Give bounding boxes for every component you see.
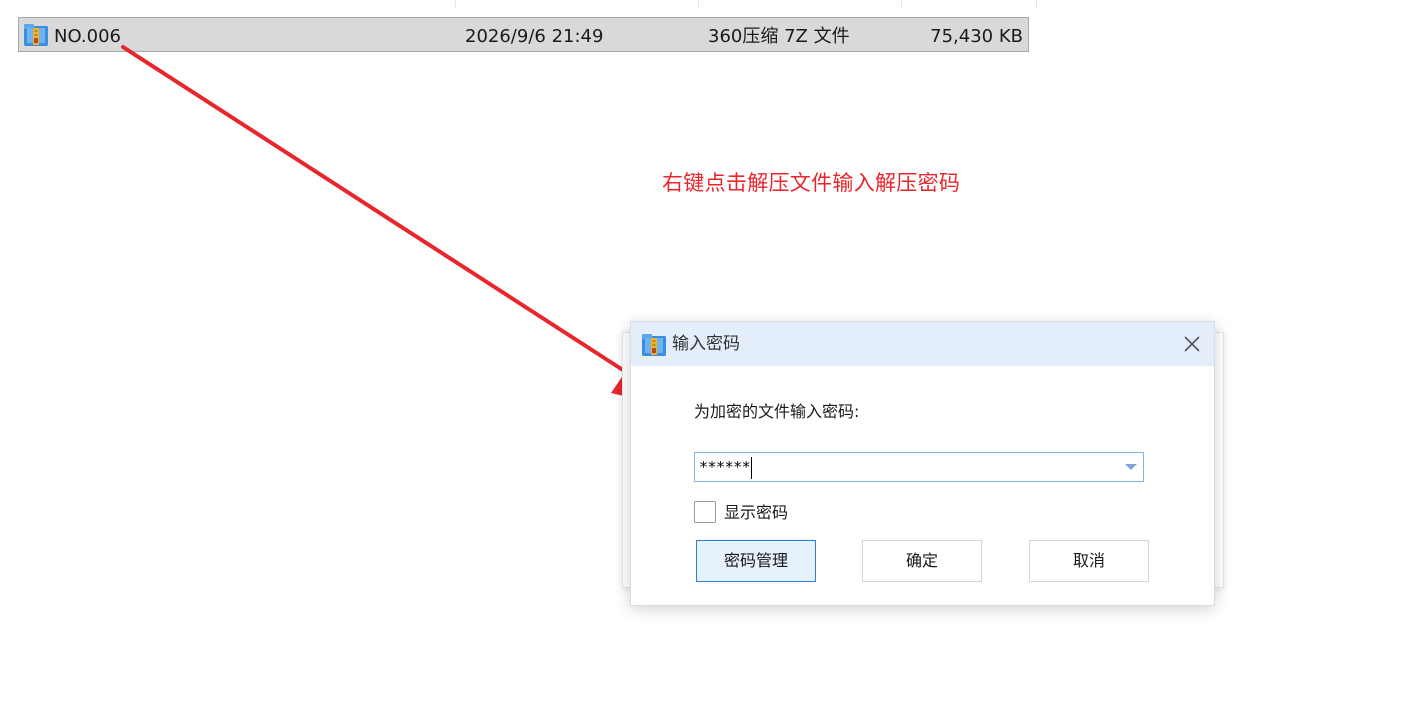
show-password-checkbox[interactable]: [694, 501, 716, 523]
column-separator: [901, 0, 902, 8]
password-input[interactable]: ******: [694, 452, 1144, 482]
archive-icon: [642, 334, 666, 356]
file-name: NO.006: [54, 26, 121, 47]
text-caret: [751, 456, 753, 479]
password-dialog: 输入密码 为加密的文件输入密码: ****** 显示密码 密码管理 确定 取消: [630, 321, 1215, 606]
file-size: 75,430 KB: [930, 26, 1023, 47]
column-separator: [698, 0, 699, 8]
dialog-title: 输入密码: [672, 334, 740, 354]
cancel-button[interactable]: 取消: [1029, 540, 1149, 582]
ok-button[interactable]: 确定: [862, 540, 982, 582]
dialog-titlebar[interactable]: 输入密码: [631, 322, 1214, 366]
instruction-annotation: 右键点击解压文件输入解压密码: [662, 171, 961, 195]
column-separator: [455, 0, 456, 8]
password-prompt-label: 为加密的文件输入密码:: [694, 402, 860, 421]
close-icon[interactable]: [1180, 332, 1204, 356]
file-date-modified: 2026/9/6 21:49: [465, 26, 604, 47]
file-type: 360压缩 7Z 文件: [708, 26, 850, 47]
password-manager-button[interactable]: 密码管理: [696, 540, 816, 582]
password-value: ******: [699, 455, 753, 479]
column-separator: [1036, 0, 1037, 8]
file-row-selected[interactable]: NO.006 2026/9/6 21:49 360压缩 7Z 文件 75,430…: [18, 17, 1029, 52]
chevron-down-icon[interactable]: [1124, 462, 1138, 472]
show-password-label: 显示密码: [724, 503, 789, 522]
archive-icon: [24, 24, 48, 46]
